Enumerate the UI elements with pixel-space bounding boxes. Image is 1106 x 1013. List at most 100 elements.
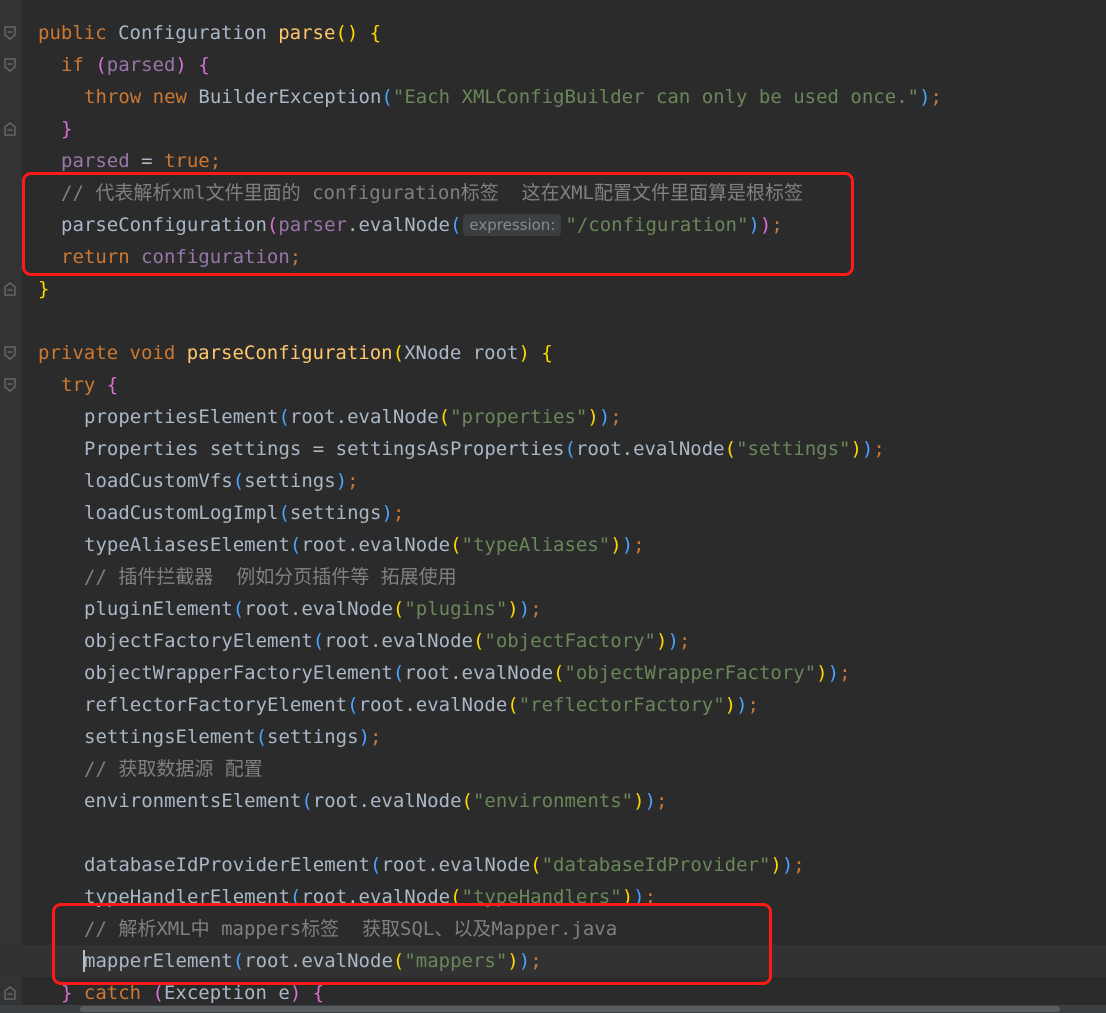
code-token: configuration [141,246,290,268]
code-text: pluginElement(root.evalNode("plugins")); [84,593,542,625]
code-token: ( [232,950,245,972]
code-line[interactable]: propertiesElement(root.evalNode("propert… [0,401,1106,433]
code-text: Properties settings = settingsAsProperti… [84,433,885,465]
code-text: parseConfiguration(parser.evalNode(expre… [61,209,783,241]
code-line[interactable]: mapperElement(root.evalNode("mappers")); [0,945,1106,977]
code-token: parsed [106,54,176,76]
code-token: .evalNode [347,214,450,236]
code-line[interactable]: return configuration; [0,241,1106,273]
code-token: ; [392,502,405,524]
code-text: mapperElement(root.evalNode("mappers")); [84,945,542,977]
code-token: ; [678,630,691,652]
code-line[interactable]: // 插件拦截器 例如分页插件等 拓展使用 [0,561,1106,593]
code-token: ( [450,534,462,556]
code-line[interactable]: settingsElement(settings); [0,721,1106,753]
code-line[interactable]: } [0,273,1106,305]
code-token: BuilderException [198,86,382,108]
code-line[interactable]: } [0,113,1106,145]
code-token: ; [930,86,942,108]
code-line[interactable]: objectWrapperFactoryElement(root.evalNod… [0,657,1106,689]
code-token: ) [748,214,760,236]
code-token: ) [633,790,645,812]
code-line[interactable]: environmentsElement(root.evalNode("envir… [0,785,1106,817]
code-text: // 获取数据源 配置 [84,753,263,785]
code-token: typeHandlerElement [84,886,290,908]
code-line[interactable]: typeAliasesElement(root.evalNode("typeAl… [0,529,1106,561]
code-token: "properties" [450,406,588,428]
code-token: root.evalNode [312,790,462,812]
fold-close-icon[interactable] [4,986,16,1000]
code-token: throw new [84,86,199,108]
code-token: ( [278,502,290,524]
code-line[interactable]: // 获取数据源 配置 [0,753,1106,785]
code-token: ( [152,982,164,1004]
code-line[interactable]: parsed = true; [0,145,1106,177]
code-token: ) [518,342,542,364]
code-token: ; [771,214,783,236]
code-text: if (parsed) { [61,49,210,81]
code-token: ) [667,630,679,652]
code-token: ( [392,950,405,972]
code-token: ) [621,886,634,908]
code-token: ( [347,694,359,716]
code-token: ) [736,694,748,716]
code-line[interactable]: loadCustomVfs(settings); [0,465,1106,497]
code-line[interactable]: pluginElement(root.evalNode("plugins")); [0,593,1106,625]
code-token: root.evalNode [244,598,393,620]
code-token: ( [289,534,302,556]
code-line[interactable]: public Configuration parse() { [0,17,1106,49]
code-text: databaseIdProviderElement(root.evalNode(… [84,849,805,881]
code-token: ( [724,438,737,460]
code-token: // 解析XML中 mappers标签 获取SQL、以及Mapper.java [84,918,618,940]
fold-open-icon[interactable] [4,378,16,392]
code-line[interactable] [0,817,1106,849]
code-token: root.evalNode [289,406,439,428]
code-token: ; [793,854,805,876]
code-text: settingsElement(settings); [84,721,381,753]
code-token: ) [827,662,840,684]
code-token: ( [278,406,290,428]
fold-close-icon[interactable] [4,282,16,296]
code-line[interactable]: Properties settings = settingsAsProperti… [0,433,1106,465]
fold-close-icon[interactable] [4,122,16,136]
fold-open-icon[interactable] [4,26,16,40]
code-line[interactable]: // 代表解析xml文件里面的 configuration标签 这在XML配置文… [0,177,1106,209]
code-token: ; [633,534,645,556]
code-line[interactable]: loadCustomLogImpl(settings); [0,497,1106,529]
code-line[interactable]: private void parseConfiguration(XNode ro… [0,337,1106,369]
code-token: ( [461,790,473,812]
code-token: if [61,54,96,76]
code-line[interactable]: try { [0,369,1106,401]
scrollbar-thumb[interactable] [80,1006,1060,1012]
code-token: parseConfiguration [61,214,267,236]
code-token: Exception e [163,982,290,1004]
code-token: ) [358,726,371,748]
code-line[interactable] [0,305,1106,337]
code-line[interactable]: // 解析XML中 mappers标签 获取SQL、以及Mapper.java [0,913,1106,945]
code-token: ) [759,214,772,236]
code-token: ( [255,726,268,748]
code-line[interactable]: objectFactoryElement(root.evalNode("obje… [0,625,1106,657]
code-text: // 解析XML中 mappers标签 获取SQL、以及Mapper.java [84,913,617,945]
code-token: try [61,374,107,396]
code-token: ( [392,598,405,620]
code-line[interactable]: databaseIdProviderElement(root.evalNode(… [0,849,1106,881]
code-line[interactable]: throw new BuilderException("Each XMLConf… [0,81,1106,113]
horizontal-scrollbar[interactable] [0,1005,1106,1013]
code-token: ) [770,854,782,876]
fold-open-icon[interactable] [4,346,16,360]
code-line[interactable]: reflectorFactoryElement(root.evalNode("r… [0,689,1106,721]
code-token: ; [839,662,851,684]
code-line[interactable]: if (parsed) { [0,49,1106,81]
code-editor[interactable]: public Configuration parse() {if (parsed… [0,0,1106,1013]
code-line[interactable]: typeHandlerElement(root.evalNode("typeHa… [0,881,1106,913]
code-token: ( [530,854,542,876]
code-token: "plugins" [404,598,508,620]
code-token: ; [530,598,542,620]
code-token: return [61,246,142,268]
code-line[interactable]: parseConfiguration(parser.evalNode(expre… [0,209,1106,241]
code-text: private void parseConfiguration(XNode ro… [38,337,553,369]
code-token: "Each XMLConfigBuilder can only be used … [392,86,920,108]
fold-open-icon[interactable] [4,58,16,72]
code-text: } [38,273,49,305]
